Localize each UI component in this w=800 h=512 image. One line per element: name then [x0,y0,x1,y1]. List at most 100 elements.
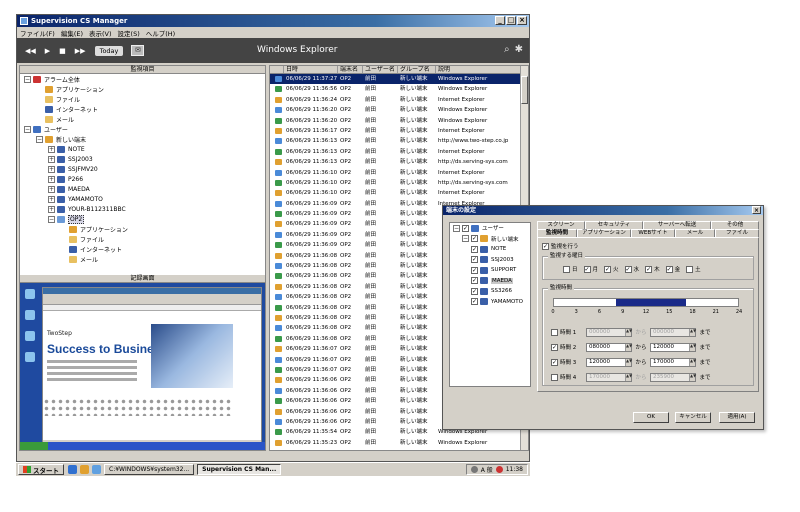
day-option[interactable]: 木 [645,265,660,273]
tree-expander-icon[interactable]: − [24,75,31,83]
day-checkbox[interactable] [583,265,591,273]
dialog-close-button[interactable]: × [752,206,761,214]
today-button[interactable]: Today [94,45,124,56]
day-option[interactable]: 金 [665,265,680,273]
tree-node[interactable]: インターネット [20,104,265,114]
col-header-icon[interactable] [270,66,284,73]
tree-expander-icon[interactable]: + [48,195,55,203]
tree-expander-icon[interactable]: − [453,224,460,232]
scrollbar-thumb[interactable] [521,76,528,104]
terminal-checkbox[interactable] [471,266,478,274]
table-row[interactable]: 06/06/29 11:36:20 OP2 前田 新しい端末 Windows Explo… [270,105,528,115]
terminal-checkbox[interactable] [471,256,478,264]
col-header-terminal[interactable]: 端末名 [338,66,363,73]
play-icon[interactable]: ▶ [45,47,50,55]
day-checkbox[interactable] [604,265,612,273]
tree-node[interactable]: − アラーム全体 [20,74,265,84]
gear-icon[interactable]: ✱ [515,44,523,55]
spinner-icon[interactable]: ▲▼ [625,343,632,351]
tree-node[interactable]: + SSJFMV20 [20,164,265,174]
close-button[interactable]: × [517,16,527,25]
terminal-checkbox[interactable] [471,287,478,295]
table-row[interactable]: 06/06/29 11:36:10 OP2 前田 新しい端末 Internet Expl… [270,188,528,198]
menu-settings[interactable]: 設定(S) [118,28,140,38]
quicklaunch-folder-icon[interactable] [80,465,89,474]
tab-websites[interactable]: WEBサイト [631,229,675,237]
tab-security[interactable]: セキュリティ [585,221,643,229]
menu-help[interactable]: ヘルプ(H) [146,28,175,38]
tree-node[interactable]: ファイル [20,94,265,104]
spinner-icon[interactable]: ▲▼ [689,328,696,336]
dialog-tree-node[interactable]: − ユーザー [450,223,530,234]
dialog-title-bar[interactable]: 端末の設定 × [443,206,763,215]
time-from-input[interactable]: 080000 ▲▼ [586,342,632,352]
time-slot-checkbox[interactable] [551,343,558,351]
tab-mail[interactable]: メール [675,229,715,237]
tree-node[interactable]: − OP2 [20,214,265,224]
tree-node[interactable]: ファイル [20,234,265,244]
tab-applications[interactable]: アプリケーション [577,229,631,237]
spinner-icon[interactable]: ▲▼ [689,373,696,381]
dialog-tree-node[interactable]: SSJ2003 [450,255,530,266]
table-row[interactable]: 06/06/29 11:36:20 OP2 前田 新しい端末 Windows Explo… [270,116,528,126]
tree-expander-icon[interactable]: − [36,135,43,143]
day-option[interactable]: 火 [604,265,619,273]
terminal-checkbox[interactable] [471,277,478,285]
table-row[interactable]: 06/06/29 11:36:13 OP2 前田 新しい端末 http://ds.ser… [270,157,528,167]
time-from-input[interactable]: 120000 ▲▼ [586,357,632,367]
quicklaunch-desktop-icon[interactable] [92,465,101,474]
table-row[interactable]: 06/06/29 11:36:56 OP2 前田 新しい端末 Windows Explo… [270,84,528,94]
tree-expander-icon[interactable]: + [48,205,55,213]
screenshot-preview[interactable]: TwoStep Success to Business [42,287,262,447]
fast-forward-icon[interactable]: ▶▶ [75,47,86,55]
tab-files[interactable]: ファイル [715,229,759,237]
title-bar[interactable]: Supervision CS Manager _ □ × [17,15,529,27]
table-row[interactable]: 06/06/29 11:36:10 OP2 前田 新しい端末 http://ds.ser… [270,178,528,188]
tree-node[interactable]: アプリケーション [20,224,265,234]
start-button[interactable]: スタート [18,464,64,475]
tree-node[interactable]: + NOTE [20,144,265,154]
stop-icon[interactable]: ■ [59,47,66,55]
time-to-input[interactable]: 235900 ▲▼ [650,372,696,382]
tree-expander-icon[interactable]: + [48,165,55,173]
col-header-datetime[interactable]: 日時 [284,66,338,73]
tree-expander-icon[interactable]: + [48,185,55,193]
dialog-tree-node[interactable]: SUPPORT [450,265,530,276]
task-command-prompt[interactable]: C:¥WINDOWS¥system32... [104,464,195,475]
tree-expander-icon[interactable]: − [48,215,55,223]
spinner-icon[interactable]: ▲▼ [625,373,632,381]
day-checkbox[interactable] [686,265,694,273]
tree-expander-icon[interactable]: + [48,155,55,163]
table-row[interactable]: 06/06/29 11:36:13 OP2 前田 新しい端末 http://www.tw… [270,136,528,146]
table-row[interactable]: 06/06/29 11:36:17 OP2 前田 新しい端末 Internet Expl… [270,126,528,136]
time-slot-checkbox[interactable] [551,328,558,336]
table-row[interactable]: 06/06/29 11:36:13 OP2 前田 新しい端末 Internet Expl… [270,147,528,157]
tab-screen[interactable]: スクリーン [537,221,585,229]
time-slot-checkbox[interactable] [551,358,558,366]
dialog-tree-node[interactable]: − 新しい端末 [450,234,530,245]
dialog-tree-node[interactable]: SS3266 [450,286,530,297]
envelope-icon[interactable]: ✉ [131,45,145,56]
tab-other[interactable]: その他 [711,221,759,229]
table-row[interactable]: 06/06/29 11:37:27 OP2 前田 新しい端末 Windows Explo… [270,74,528,85]
search-icon[interactable]: ⌕ [504,44,510,55]
rewind-icon[interactable]: ◀◀ [25,47,36,55]
spinner-icon[interactable]: ▲▼ [689,358,696,366]
task-supervision-manager[interactable]: Supervision CS Man... [197,464,282,475]
tree-expander-icon[interactable]: + [48,145,55,153]
dialog-tree-node[interactable]: NOTE [450,244,530,255]
ime-indicator[interactable]: A 般 [481,465,493,474]
terminal-checkbox[interactable] [462,224,469,232]
tree-node[interactable]: − 新しい端末 [20,134,265,144]
monitor-enable[interactable]: 監視を行う [542,242,579,250]
day-checkbox[interactable] [563,265,570,273]
day-option[interactable]: 土 [686,265,701,273]
tree-node[interactable]: − ユーザー [20,124,265,134]
table-row[interactable]: 06/06/29 11:36:10 OP2 前田 新しい端末 Internet Expl… [270,168,528,178]
tree-node[interactable]: インターネット [20,244,265,254]
monitor-enable-checkbox[interactable] [542,242,549,250]
tray-security-icon[interactable] [495,466,503,473]
time-slot-checkbox[interactable] [551,373,558,381]
quicklaunch-ie-icon[interactable] [68,465,77,474]
tree-expander-icon[interactable]: − [462,235,469,243]
